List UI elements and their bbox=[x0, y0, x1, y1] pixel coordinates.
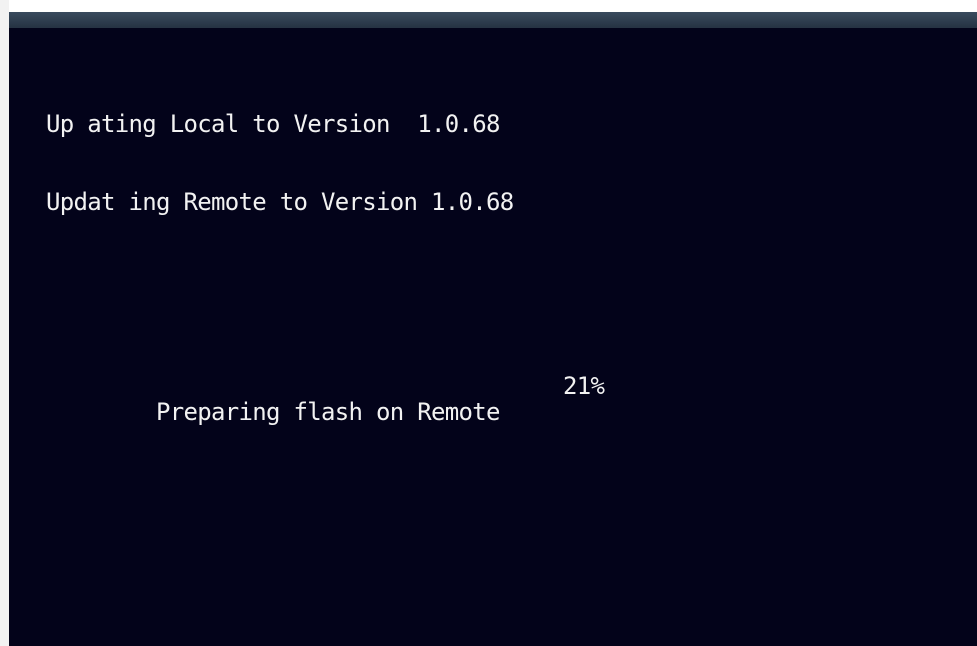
photo-frame: Up ating Local to Version 1.0.68 Updat i… bbox=[0, 0, 977, 646]
photo-left-margin bbox=[0, 0, 9, 646]
console-screen: Up ating Local to Version 1.0.68 Updat i… bbox=[9, 12, 977, 646]
update-local-line: Up ating Local to Version 1.0.68 bbox=[46, 110, 500, 138]
flash-progress-label: Preparing flash on Remote bbox=[156, 398, 500, 426]
update-remote-line: Updat ing Remote to Version 1.0.68 bbox=[46, 188, 514, 216]
photo-top-margin bbox=[0, 0, 977, 12]
console-spacer bbox=[46, 267, 513, 321]
flash-progress-line: Preparing flash on Remote 21% bbox=[46, 373, 605, 425]
screen-top-bar bbox=[9, 12, 977, 28]
console-output: Up ating Local to Version 1.0.68 Updat i… bbox=[46, 59, 605, 451]
flash-progress-percent: 21% bbox=[563, 372, 605, 400]
